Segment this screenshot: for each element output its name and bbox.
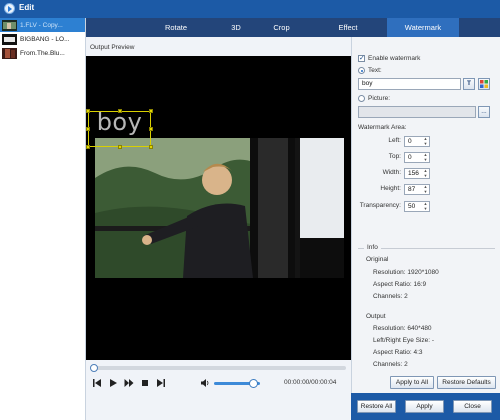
file-list: 1.FLV - Copy... BIGBANG - LO... From.The… (0, 18, 86, 420)
original-aspect-ratio: Aspect Ratio: 16:9 (373, 281, 427, 288)
color-palette-icon (480, 80, 488, 88)
resize-handle[interactable] (118, 145, 122, 149)
skip-to-start-icon[interactable] (92, 378, 102, 388)
skip-to-end-icon[interactable] (156, 378, 166, 388)
volume-icon[interactable] (200, 378, 210, 388)
browse-button[interactable]: ... (478, 106, 490, 118)
width-value: 156 (408, 170, 419, 177)
app-logo-icon (4, 3, 15, 14)
picture-path-input[interactable] (358, 106, 476, 118)
close-button[interactable]: Close (453, 400, 492, 413)
title-bar: Edit (0, 0, 500, 18)
width-spinbox[interactable]: 156 ▲ ▼ (404, 168, 430, 179)
width-label: Width: (382, 169, 401, 176)
left-label: Left: (388, 137, 401, 144)
spin-arrows-icon[interactable]: ▲ ▼ (423, 201, 428, 211)
play-icon[interactable] (108, 378, 118, 388)
seek-bar[interactable] (90, 364, 346, 372)
resize-handle[interactable] (118, 109, 122, 113)
apply-button[interactable]: Apply (405, 400, 444, 413)
volume-slider[interactable] (214, 379, 260, 388)
tab-crop[interactable]: Crop (254, 18, 309, 37)
output-aspect-ratio: Aspect Ratio: 4:3 (373, 349, 423, 356)
top-spinbox[interactable]: 0 ▲ ▼ (404, 152, 430, 163)
tab-bar: Rotate 3D Crop Effect Watermark (86, 18, 500, 37)
file-name: 1.FLV - Copy... (20, 21, 63, 29)
resize-handle[interactable] (149, 145, 153, 149)
top-value: 0 (408, 154, 412, 161)
left-spinbox[interactable]: 0 ▲ ▼ (404, 136, 430, 147)
top-label: Top: (388, 153, 401, 160)
watermark-area-box[interactable] (86, 109, 153, 149)
original-resolution: Resolution: 1920*1080 (373, 269, 439, 276)
video-thumbnail-icon (2, 47, 17, 59)
file-name: From.The.Blu... (20, 49, 65, 57)
tabbar-spacer (86, 18, 134, 37)
text-radio[interactable] (358, 67, 365, 74)
resize-handle[interactable] (86, 127, 90, 131)
spin-arrows-icon[interactable]: ▲ ▼ (423, 168, 428, 178)
spin-arrows-icon[interactable]: ▲ ▼ (423, 152, 428, 162)
fast-forward-icon[interactable] (124, 378, 134, 388)
volume-knob[interactable] (248, 379, 258, 388)
file-item-2[interactable]: BIGBANG - LO... (0, 32, 85, 46)
video-thumbnail-icon (2, 19, 17, 31)
seek-knob[interactable] (90, 364, 98, 372)
height-label: Height: (380, 185, 401, 192)
original-channels: Channels: 2 (373, 293, 408, 300)
resize-handle[interactable] (149, 109, 153, 113)
resize-handle[interactable] (86, 145, 90, 149)
height-value: 87 (408, 186, 416, 193)
text-font-button[interactable]: T (463, 78, 475, 90)
info-title: Info (364, 244, 381, 251)
original-label: Original (366, 256, 389, 263)
watermark-text-input[interactable]: boy (358, 78, 461, 90)
tab-effect[interactable]: Effect (309, 18, 387, 37)
apply-to-all-button[interactable]: Apply to All (390, 376, 434, 389)
tab-watermark[interactable]: Watermark (387, 18, 459, 37)
watermark-area-label: Watermark Area: (358, 124, 407, 131)
video-thumbnail-icon (2, 33, 17, 45)
output-resolution: Resolution: 640*480 (373, 325, 432, 332)
text-color-button[interactable] (478, 78, 490, 90)
resize-handle[interactable] (149, 127, 153, 131)
file-item-1[interactable]: 1.FLV - Copy... (0, 18, 85, 32)
spin-arrows-icon[interactable]: ▲ ▼ (423, 136, 428, 146)
stop-icon[interactable] (140, 378, 150, 388)
bottom-action-bar: Restore All Apply Close (351, 393, 500, 420)
resize-handle[interactable] (86, 109, 90, 113)
output-preview-label: Output Preview (90, 44, 135, 51)
time-display: 00:00:00/00:00:04 (284, 379, 337, 386)
left-value: 0 (408, 138, 412, 145)
file-item-3[interactable]: From.The.Blu... (0, 46, 85, 60)
transparency-label: Transparency: (359, 202, 401, 209)
picture-radio[interactable] (358, 95, 365, 102)
video-preview: boy (86, 56, 351, 360)
output-eye-size: Left/Right Eye Size: - (373, 337, 435, 344)
video-frame-image (95, 138, 344, 278)
transparency-value: 50 (408, 203, 416, 210)
tab-3d[interactable]: 3D (218, 18, 254, 37)
restore-all-button[interactable]: Restore All (357, 400, 396, 413)
output-channels: Channels: 2 (373, 361, 408, 368)
enable-watermark-label: Enable watermark (368, 55, 421, 62)
picture-label: Picture: (368, 95, 391, 102)
tab-rotate[interactable]: Rotate (134, 18, 218, 37)
restore-defaults-button[interactable]: Restore Defaults (437, 376, 496, 389)
output-label: Output (366, 313, 386, 320)
height-spinbox[interactable]: 87 ▲ ▼ (404, 184, 430, 195)
enable-watermark-checkbox[interactable] (358, 54, 365, 62)
watermark-settings-panel: Enable watermark Text: boy T Picture: ..… (351, 37, 500, 393)
spin-arrows-icon[interactable]: ▲ ▼ (423, 184, 428, 194)
transparency-spinbox[interactable]: 50 ▲ ▼ (404, 201, 430, 212)
file-name: BIGBANG - LO... (20, 35, 70, 43)
text-label: Text: (368, 67, 382, 74)
window-title: Edit (19, 3, 35, 12)
